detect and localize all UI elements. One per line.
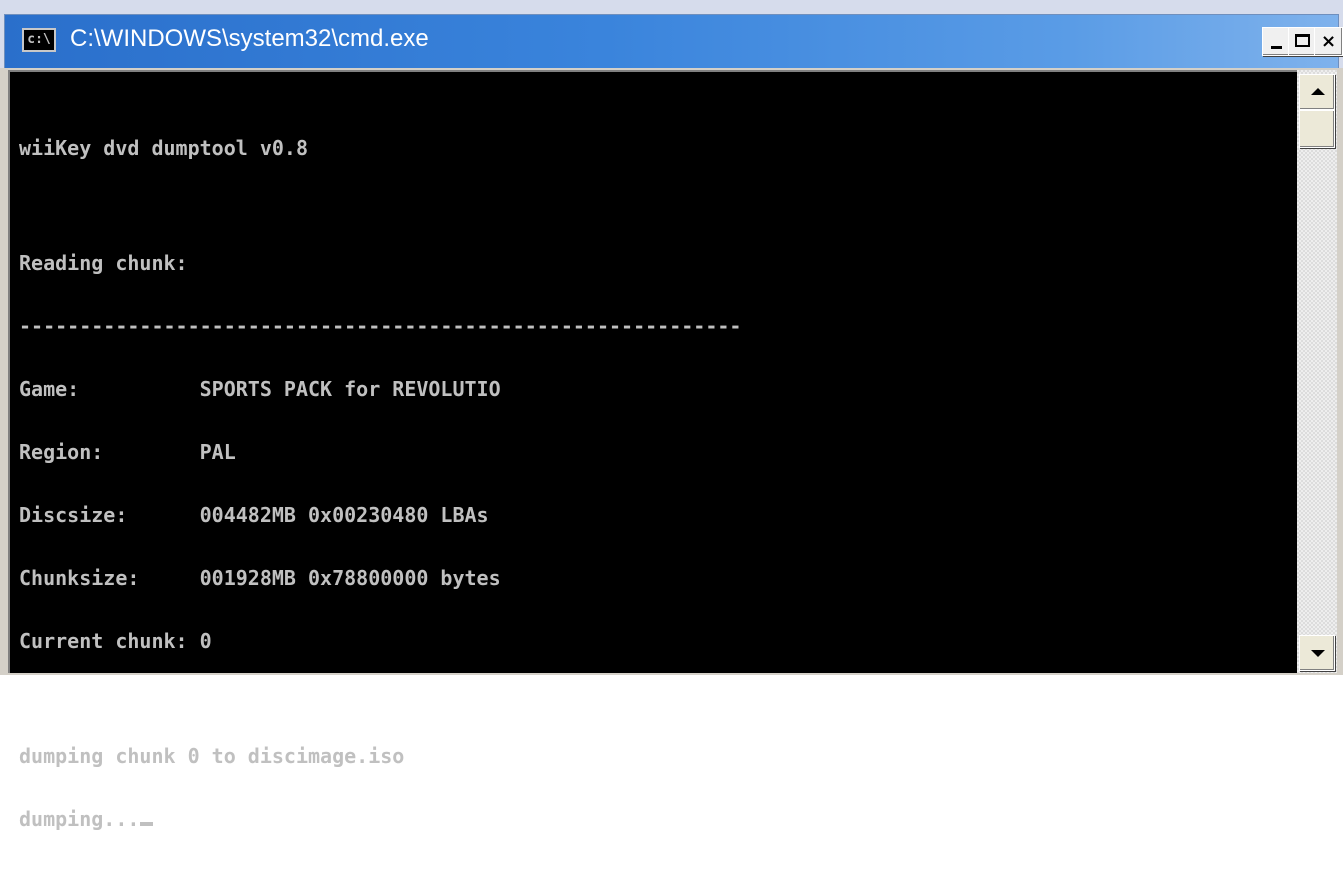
console-line-header: wiiKey dvd dumptool v0.8 (19, 136, 308, 160)
title-bar[interactable]: c:\ C:\WINDOWS\system32\cmd.exe × (0, 0, 1343, 68)
console-line-reading: Reading chunk: (19, 251, 188, 275)
scrollbar-thumb[interactable] (1299, 110, 1335, 148)
window-title: C:\WINDOWS\system32\cmd.exe (70, 25, 429, 52)
text-cursor (140, 822, 154, 826)
console-line-dumping-to: dumping chunk 0 to discimage.iso (19, 744, 405, 768)
scroll-up-arrow-icon (1311, 88, 1325, 95)
scroll-down-arrow-icon (1311, 650, 1325, 657)
close-icon: × (1320, 31, 1337, 52)
maximize-button[interactable] (1288, 27, 1317, 56)
console-output-area[interactable]: wiiKey dvd dumptool v0.8 Reading chunk: … (8, 70, 1297, 830)
scroll-up-button[interactable] (1299, 74, 1335, 110)
close-button[interactable]: × (1314, 27, 1343, 56)
cmd-window: c:\ C:\WINDOWS\system32\cmd.exe × wiiKey… (0, 0, 1343, 830)
scroll-down-button[interactable] (1299, 635, 1335, 671)
cmd-app-icon[interactable]: c:\ (22, 28, 56, 52)
console-line-game: Game: SPORTS PACK for REVOLUTIO (19, 377, 501, 401)
maximize-icon (1295, 34, 1310, 47)
console-line-discsize: Discsize: 004482MB 0x00230480 LBAs (19, 503, 489, 527)
console-text: wiiKey dvd dumptool v0.8 Reading chunk: … (19, 96, 741, 872)
minimize-button[interactable] (1262, 27, 1291, 56)
console-line-chunksize: Chunksize: 001928MB 0x78800000 bytes (19, 566, 501, 590)
console-line-region: Region: PAL (19, 440, 236, 464)
console-line-current-chunk: Current chunk: 0 (19, 629, 212, 653)
console-line-progress-row: dumping... (19, 809, 741, 830)
vertical-scrollbar[interactable] (1297, 70, 1337, 673)
minimize-icon (1271, 46, 1282, 49)
console-line-separator: ----------------------------------------… (19, 314, 742, 338)
console-line-progress: dumping... (19, 807, 140, 831)
window-frame-edge (1337, 68, 1343, 675)
